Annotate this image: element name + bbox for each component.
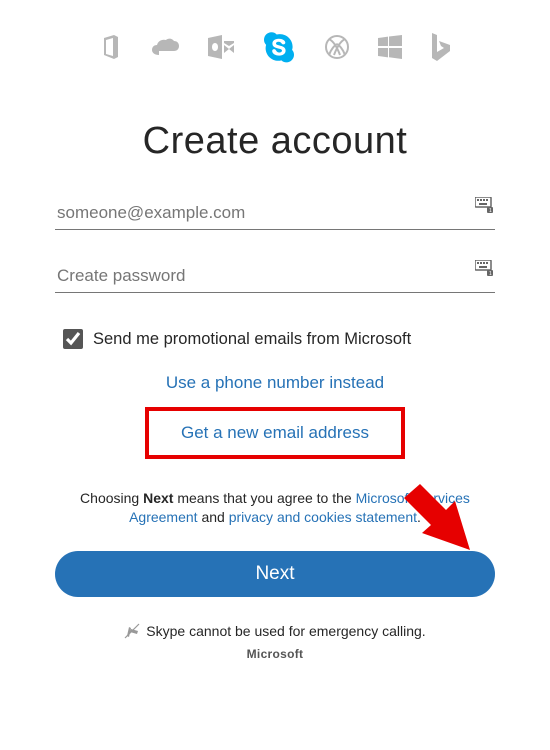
next-button[interactable]: Next — [55, 551, 495, 597]
skype-icon[interactable] — [262, 30, 296, 64]
keyboard-icon[interactable]: 1 — [475, 197, 493, 218]
highlight-box: Get a new email address — [145, 407, 405, 459]
password-field-wrapper: 1 — [55, 260, 495, 293]
no-emergency-icon — [124, 623, 140, 639]
email-input[interactable] — [55, 197, 495, 230]
promo-label[interactable]: Send me promotional emails from Microsof… — [93, 330, 411, 349]
keyboard-icon[interactable]: 1 — [475, 260, 493, 281]
emergency-text: Skype cannot be used for emergency calli… — [146, 623, 425, 639]
email-field-wrapper: 1 — [55, 197, 495, 230]
app-icons-row — [0, 0, 550, 74]
form-content: Create account 1 1 Send me promotional e… — [55, 74, 495, 661]
xbox-icon[interactable] — [324, 34, 350, 60]
agree-prefix: Choosing — [80, 490, 143, 506]
agree-and: and — [198, 509, 229, 525]
alt-links: Use a phone number instead Get a new ema… — [145, 373, 405, 459]
privacy-link[interactable]: privacy and cookies statement — [229, 509, 417, 525]
microsoft-footer: Microsoft — [247, 647, 304, 661]
bing-icon[interactable] — [430, 33, 450, 61]
svg-text:1: 1 — [489, 208, 492, 213]
onedrive-icon[interactable] — [150, 37, 180, 57]
svg-text:1: 1 — [489, 271, 492, 276]
agree-mid: means that you agree to the — [173, 490, 355, 506]
emergency-notice: Skype cannot be used for emergency calli… — [124, 623, 425, 639]
windows-icon[interactable] — [378, 35, 402, 59]
use-phone-link[interactable]: Use a phone number instead — [166, 373, 384, 393]
password-input[interactable] — [55, 260, 495, 293]
page-title: Create account — [143, 120, 408, 163]
office-icon[interactable] — [100, 35, 122, 59]
agree-suffix: . — [417, 509, 421, 525]
agreement-text: Choosing Next means that you agree to th… — [55, 489, 495, 527]
get-new-email-link[interactable]: Get a new email address — [181, 423, 369, 442]
outlook-icon[interactable] — [208, 35, 234, 59]
promo-row: Send me promotional emails from Microsof… — [55, 329, 495, 349]
promo-checkbox[interactable] — [63, 329, 83, 349]
agree-bold: Next — [143, 490, 173, 506]
